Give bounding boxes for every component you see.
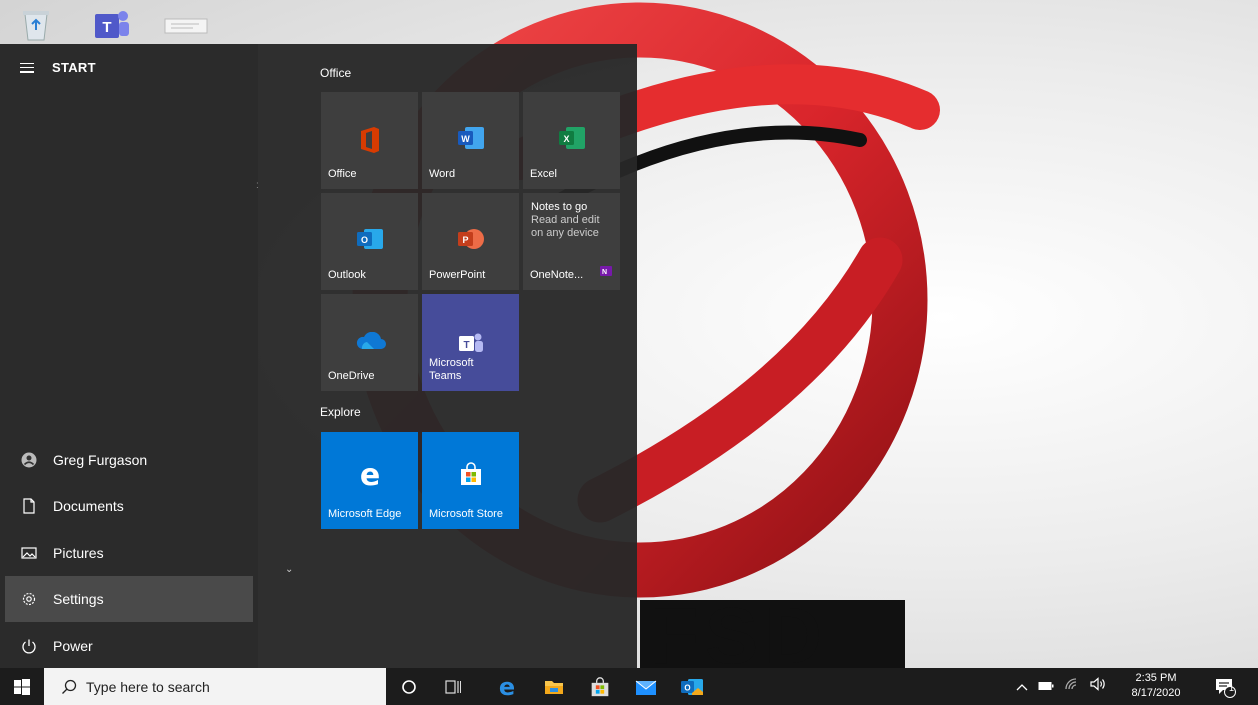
excel-icon: X bbox=[558, 126, 586, 155]
group-label-explore: Explore bbox=[320, 405, 361, 419]
tile-onenote[interactable]: Notes to go Read and edit on any device … bbox=[523, 193, 620, 290]
start-header: START bbox=[20, 60, 96, 75]
start-button[interactable] bbox=[0, 668, 44, 705]
search-icon bbox=[54, 679, 84, 695]
action-center-button[interactable]: 1 bbox=[1205, 668, 1245, 705]
cortana-icon[interactable] bbox=[389, 668, 429, 705]
onedrive-cloud-icon bbox=[354, 331, 386, 355]
document-icon bbox=[5, 498, 53, 514]
tile-onenote-live: Notes to go Read and edit on any device bbox=[531, 201, 600, 240]
taskbar-search-box[interactable] bbox=[44, 668, 386, 705]
tile-office[interactable]: Office bbox=[321, 92, 418, 189]
store-bag-icon bbox=[459, 462, 483, 491]
word-icon: W bbox=[457, 126, 485, 155]
gear-icon bbox=[5, 591, 53, 607]
clock-time: 2:35 PM bbox=[1135, 672, 1177, 684]
task-view-icon[interactable] bbox=[433, 668, 473, 705]
tile-onenote-sub2: on any device bbox=[531, 227, 599, 239]
teams-icon[interactable]: T bbox=[92, 6, 132, 44]
outlook-icon: O bbox=[356, 227, 384, 256]
rail-item-user-label: Greg Furgason bbox=[53, 452, 148, 468]
edge-icon: e bbox=[357, 458, 383, 493]
clock-date: 8/17/2020 bbox=[1131, 687, 1181, 699]
svg-text:O: O bbox=[360, 235, 367, 245]
power-icon bbox=[5, 638, 53, 654]
rail-item-settings-label: Settings bbox=[53, 591, 104, 607]
rail-item-documents[interactable]: Documents bbox=[5, 483, 253, 529]
volume-icon[interactable] bbox=[1090, 677, 1106, 696]
tile-onedrive[interactable]: OneDrive bbox=[321, 294, 418, 391]
tile-store[interactable]: Microsoft Store bbox=[422, 432, 519, 529]
tile-onenote-label: OneNote... bbox=[530, 269, 584, 281]
tile-store-label: Microsoft Store bbox=[429, 508, 503, 520]
tile-powerpoint[interactable]: P PowerPoint bbox=[422, 193, 519, 290]
recycle-bin-icon[interactable] bbox=[16, 6, 56, 44]
start-title: START bbox=[52, 60, 96, 75]
tile-word[interactable]: W Word bbox=[422, 92, 519, 189]
user-avatar-icon bbox=[5, 452, 53, 468]
rail-divider-dot: : bbox=[256, 180, 259, 191]
wallpaper-logo-text: FSD bbox=[650, 591, 828, 680]
rail-item-documents-label: Documents bbox=[53, 498, 124, 514]
hamburger-menu-icon[interactable] bbox=[20, 62, 34, 73]
tile-powerpoint-label: PowerPoint bbox=[429, 269, 486, 281]
tile-excel-label: Excel bbox=[530, 168, 557, 180]
windows-logo-icon bbox=[14, 678, 30, 695]
tile-excel[interactable]: X Excel bbox=[523, 92, 620, 189]
svg-text:X: X bbox=[563, 134, 569, 144]
tile-teams-label-line2: Teams bbox=[429, 370, 462, 382]
document-icon[interactable] bbox=[162, 6, 210, 44]
teams-icon: T bbox=[458, 332, 484, 359]
svg-text:O: O bbox=[684, 683, 690, 692]
tile-onedrive-label: OneDrive bbox=[328, 370, 375, 382]
onenote-icon: N bbox=[600, 264, 612, 282]
group-label-office: Office bbox=[320, 66, 352, 80]
tile-outlook-label: Outlook bbox=[328, 269, 366, 281]
tile-word-label: Word bbox=[429, 168, 456, 180]
tile-edge[interactable]: e Microsoft Edge bbox=[321, 432, 418, 529]
store-bag-icon[interactable] bbox=[580, 668, 620, 705]
rail-item-power-label: Power bbox=[53, 638, 93, 654]
powerpoint-icon: P bbox=[457, 227, 485, 256]
office-icon bbox=[357, 126, 383, 159]
start-menu: START : Greg Furgason Documents Pictures… bbox=[0, 44, 637, 668]
svg-text:N: N bbox=[602, 269, 607, 276]
rail-item-settings[interactable]: Settings bbox=[5, 576, 253, 622]
taskbar: e O 2:35 PM 8/17/2020 1 bbox=[0, 668, 1258, 705]
rail-item-pictures-label: Pictures bbox=[53, 545, 104, 561]
tile-outlook[interactable]: O Outlook bbox=[321, 193, 418, 290]
rail-item-power[interactable]: Power bbox=[5, 623, 253, 669]
rail-item-pictures[interactable]: Pictures bbox=[5, 530, 253, 576]
edge-icon[interactable]: e bbox=[487, 668, 527, 705]
svg-text:W: W bbox=[461, 134, 470, 144]
battery-icon[interactable] bbox=[1038, 678, 1054, 696]
chevron-up-icon[interactable] bbox=[1016, 678, 1028, 696]
taskbar-clock[interactable]: 2:35 PM 8/17/2020 bbox=[1120, 671, 1192, 701]
svg-text:e: e bbox=[359, 462, 379, 488]
tile-teams-label-line1: Microsoft bbox=[429, 357, 474, 369]
notification-count: 1 bbox=[1229, 683, 1235, 693]
file-explorer-icon[interactable] bbox=[534, 668, 574, 705]
tile-edge-label: Microsoft Edge bbox=[328, 508, 402, 520]
tile-onenote-title: Notes to go bbox=[531, 201, 588, 213]
search-input[interactable] bbox=[84, 677, 368, 696]
tile-onenote-sub1: Read and edit bbox=[531, 214, 600, 226]
svg-text:e: e bbox=[499, 676, 515, 698]
rail-item-user[interactable]: Greg Furgason bbox=[5, 437, 253, 483]
outlook-icon[interactable]: O bbox=[672, 668, 712, 705]
picture-icon bbox=[5, 545, 53, 561]
svg-text:P: P bbox=[462, 235, 468, 245]
svg-text:T: T bbox=[102, 19, 111, 36]
system-tray bbox=[1016, 668, 1106, 705]
chevron-down-icon[interactable]: ⌄ bbox=[285, 564, 293, 575]
wifi-icon[interactable] bbox=[1064, 677, 1080, 696]
mail-icon[interactable] bbox=[626, 668, 666, 705]
tile-teams[interactable]: T Microsoft Teams bbox=[422, 294, 519, 391]
tile-teams-label: Microsoft Teams bbox=[429, 357, 474, 383]
svg-text:T: T bbox=[463, 340, 469, 351]
tile-office-label: Office bbox=[328, 168, 357, 180]
